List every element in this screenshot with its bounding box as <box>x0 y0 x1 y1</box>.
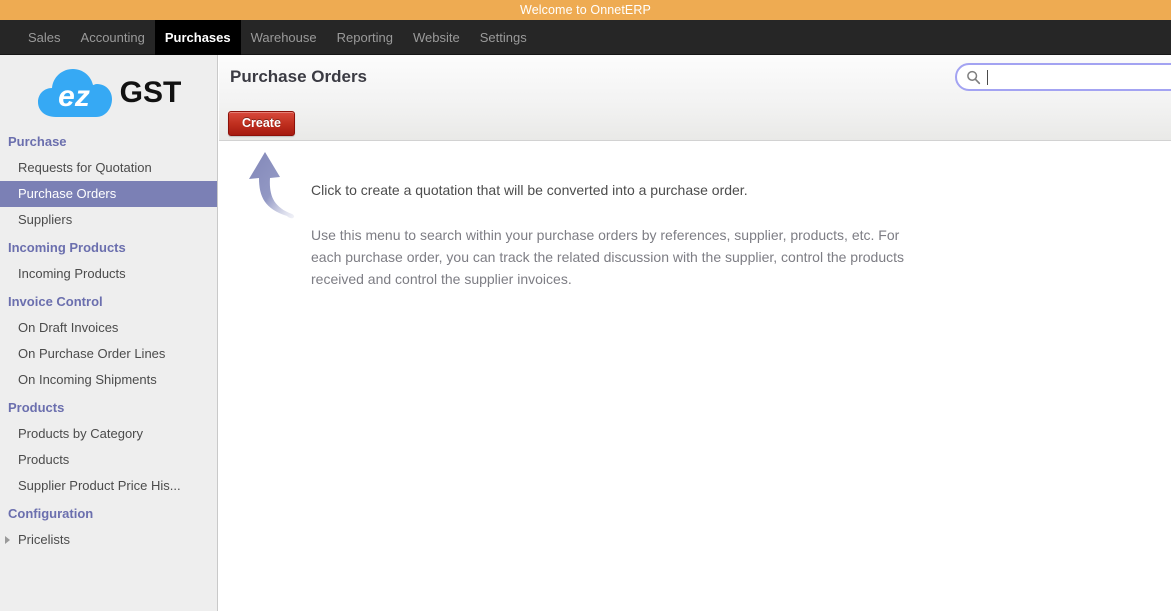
sidebar-item-supplier-product-price-his[interactable]: Supplier Product Price His... <box>0 473 217 499</box>
sidebar-item-requests-for-quotation[interactable]: Requests for Quotation <box>0 155 217 181</box>
sidebar-section-purchase: Purchase <box>0 127 217 155</box>
hint-text-block: Click to create a quotation that will be… <box>311 181 911 290</box>
content-area: Purchase Orders Create <box>219 55 1171 611</box>
search-box[interactable] <box>955 63 1171 91</box>
sidebar-item-label: Pricelists <box>18 532 70 547</box>
menu-item-warehouse[interactable]: Warehouse <box>241 20 327 55</box>
cloud-icon: ez <box>36 67 114 119</box>
sidebar-section-products: Products <box>0 393 217 421</box>
sidebar-item-label: On Incoming Shipments <box>18 372 157 387</box>
menu-item-purchases[interactable]: Purchases <box>155 20 241 55</box>
menu-item-website[interactable]: Website <box>403 20 470 55</box>
sidebar-item-products-by-category[interactable]: Products by Category <box>0 421 217 447</box>
logo-wordmark: GST <box>120 78 182 108</box>
page-title: Purchase Orders <box>230 67 367 87</box>
sidebar-section-incoming-products: Incoming Products <box>0 233 217 261</box>
sidebar-item-label: Suppliers <box>18 212 72 227</box>
sidebar-item-label: Products <box>18 452 69 467</box>
sidebar-item-label: On Draft Invoices <box>18 320 118 335</box>
sidebar-item-label: Incoming Products <box>18 266 126 281</box>
hint-lead-text: Click to create a quotation that will be… <box>311 181 911 200</box>
menu-item-reporting[interactable]: Reporting <box>327 20 403 55</box>
main-menubar: SalesAccountingPurchasesWarehouseReporti… <box>0 20 1171 55</box>
sidebar-item-label: On Purchase Order Lines <box>18 346 165 361</box>
sidebar-section-invoice-control: Invoice Control <box>0 287 217 315</box>
sidebar-section-configuration: Configuration <box>0 499 217 527</box>
sidebar-item-label: Supplier Product Price His... <box>18 478 181 493</box>
chevron-right-icon[interactable] <box>5 536 10 544</box>
content-header: Purchase Orders Create <box>219 55 1171 141</box>
sidebar-item-on-purchase-order-lines[interactable]: On Purchase Order Lines <box>0 341 217 367</box>
sidebar-item-label: Products by Category <box>18 426 143 441</box>
sidebar-item-purchase-orders[interactable]: Purchase Orders <box>0 181 217 207</box>
hint-arrow-icon <box>239 149 319 234</box>
sidebar-item-pricelists[interactable]: Pricelists <box>0 527 217 553</box>
content-body: Click to create a quotation that will be… <box>219 141 1171 611</box>
menu-item-sales[interactable]: Sales <box>18 20 71 55</box>
sidebar: ez GST PurchaseRequests for QuotationPur… <box>0 55 218 611</box>
sidebar-item-products[interactable]: Products <box>0 447 217 473</box>
hint-body-text: Use this menu to search within your purc… <box>311 224 911 290</box>
sidebar-item-label: Requests for Quotation <box>18 160 152 175</box>
menu-item-accounting[interactable]: Accounting <box>71 20 155 55</box>
logo-mark-text: ez <box>58 80 90 113</box>
sidebar-item-on-incoming-shipments[interactable]: On Incoming Shipments <box>0 367 217 393</box>
sidebar-nav: Purchase Requests for Quotation Purchase O… <box>0 127 217 553</box>
create-button[interactable]: Create <box>228 111 295 136</box>
search-icon <box>966 70 981 85</box>
sidebar-item-label: Purchase Orders <box>18 186 116 201</box>
app-window: Welcome to OnnetERP SalesAccountingPurch… <box>0 0 1171 611</box>
sidebar-item-incoming-products[interactable]: Incoming Products <box>0 261 217 287</box>
menubar-items: SalesAccountingPurchasesWarehouseReporti… <box>0 20 1171 55</box>
sidebar-item-on-draft-invoices[interactable]: On Draft Invoices <box>0 315 217 341</box>
sidebar-item-suppliers[interactable]: Suppliers <box>0 207 217 233</box>
app-logo: ez GST <box>0 55 217 127</box>
welcome-banner: Welcome to OnnetERP <box>0 0 1171 20</box>
search-input[interactable] <box>988 67 1171 87</box>
menu-item-settings[interactable]: Settings <box>470 20 537 55</box>
